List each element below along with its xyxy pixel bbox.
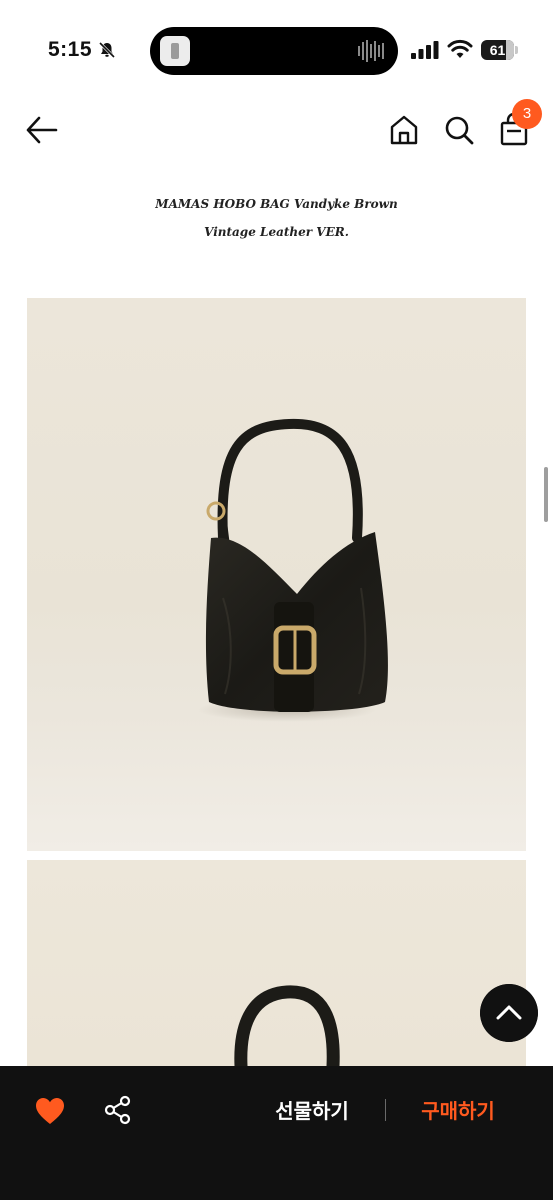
signal-icon: [411, 41, 439, 59]
search-icon[interactable]: [441, 112, 477, 148]
battery-level: 61: [489, 42, 506, 58]
hobo-bag-illustration: [205, 418, 388, 712]
bell-slash-icon: [98, 41, 116, 59]
product-title: MAMAS HOBO BAG Vandyke Brown Vintage Lea…: [0, 190, 553, 246]
hobo-bag-strap-illustration: [234, 985, 340, 1066]
product-title-line-1: MAMAS HOBO BAG Vandyke Brown: [155, 197, 398, 211]
cart-count-badge[interactable]: 3: [512, 99, 542, 129]
product-image-secondary[interactable]: [27, 860, 526, 1066]
battery-icon: 61: [481, 40, 518, 60]
dynamic-island[interactable]: [150, 27, 398, 75]
status-time: 5:15: [48, 38, 93, 61]
product-image-main[interactable]: [27, 298, 526, 851]
gift-button[interactable]: 선물하기: [262, 1094, 362, 1128]
scroll-to-top-button[interactable]: [480, 984, 538, 1042]
scrollbar-thumb[interactable]: [544, 467, 548, 522]
back-arrow-icon[interactable]: [22, 112, 62, 148]
heart-icon[interactable]: [34, 1096, 66, 1126]
home-icon[interactable]: [386, 112, 422, 148]
status-bar: 5:15 61: [0, 0, 553, 100]
divider: [385, 1099, 386, 1121]
audio-wave-icon: [358, 40, 384, 62]
wifi-icon: [447, 39, 473, 58]
header: [0, 100, 553, 160]
share-icon[interactable]: [102, 1094, 134, 1126]
product-title-line-2: Vintage Leather VER.: [204, 225, 349, 239]
now-playing-app-icon: [160, 36, 190, 66]
bottom-action-bar: 선물하기 구매하기: [0, 1066, 553, 1200]
buy-button[interactable]: 구매하기: [408, 1094, 508, 1128]
